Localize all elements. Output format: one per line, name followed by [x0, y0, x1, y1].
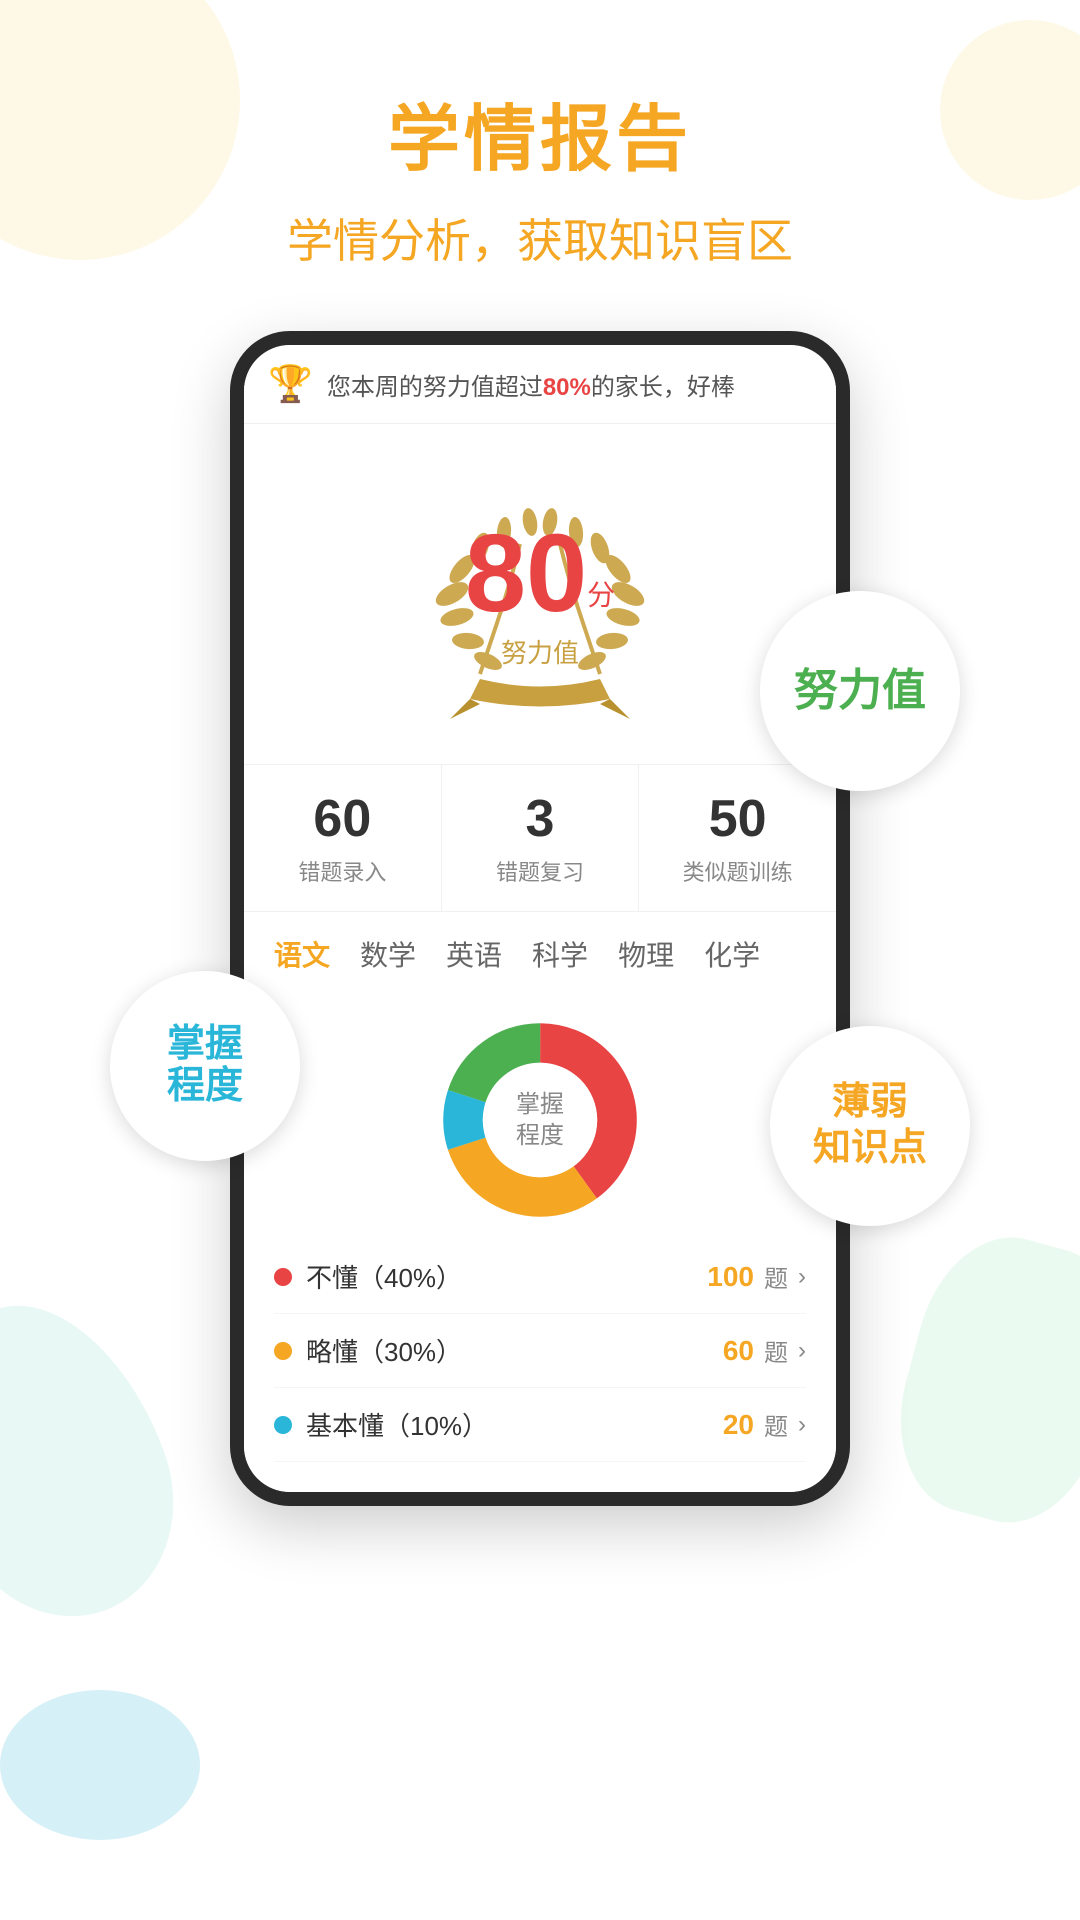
- legend-item-0[interactable]: 不懂（40%） 100 题 ›: [274, 1240, 806, 1314]
- legend-left-1: 略懂（30%）: [274, 1332, 462, 1369]
- mastery-float-text: 掌握程度: [167, 1024, 243, 1108]
- legend-arrow-1: ›: [798, 1337, 806, 1365]
- page-subtitle: 学情分析，获取知识盲区: [287, 205, 793, 271]
- float-mastery-label: 掌握程度: [110, 971, 300, 1161]
- donut-wrapper: 掌握程度: [430, 1010, 650, 1230]
- effort-highlight: 80%: [543, 374, 591, 401]
- page-title: 学情报告: [388, 80, 692, 185]
- legend-label-1: 略懂（30%）: [306, 1332, 462, 1369]
- float-weak-label: 薄弱知识点: [770, 1026, 970, 1226]
- stat-num-2: 50: [709, 789, 767, 849]
- legend-dot-blue: [274, 1416, 292, 1434]
- legend-right-2: 20 题 ›: [723, 1407, 806, 1442]
- page-content: 学情报告 学情分析，获取知识盲区 🏆 您本周的努力值超过80%的家长，好棒: [0, 0, 1080, 1506]
- tab-science[interactable]: 科学: [532, 934, 588, 974]
- legend-unit-1: 题: [764, 1333, 788, 1368]
- wreath-container: 80分 努力值: [400, 454, 680, 734]
- legend-unit-0: 题: [764, 1259, 788, 1294]
- legend-item-2[interactable]: 基本懂（10%） 20 题 ›: [274, 1388, 806, 1462]
- tab-english[interactable]: 英语: [446, 934, 502, 974]
- legend-dot-orange: [274, 1342, 292, 1360]
- legend-left-2: 基本懂（10%）: [274, 1406, 488, 1443]
- legend-label-0: 不懂（40%）: [306, 1258, 462, 1295]
- legend-label-2: 基本懂（10%）: [306, 1406, 488, 1443]
- phone-wrapper: 🏆 您本周的努力值超过80%的家长，好棒: [130, 331, 950, 1506]
- score-number: 80: [465, 512, 587, 635]
- score-center: 80分 努力值: [465, 519, 615, 670]
- subject-tabs[interactable]: 语文 数学 英语 科学 物理 化学: [244, 912, 836, 990]
- tab-physics[interactable]: 物理: [618, 934, 674, 974]
- float-effort-label: 努力值: [760, 591, 960, 791]
- bg-decoration-blue: [0, 1690, 200, 1840]
- stat-desc-1: 错题复习: [496, 855, 584, 887]
- tab-math[interactable]: 数学: [360, 934, 416, 974]
- legend-list: 不懂（40%） 100 题 › 略懂（30%）: [274, 1240, 806, 1462]
- weak-float-text: 薄弱知识点: [813, 1080, 927, 1171]
- stat-desc-2: 类似题训练: [683, 855, 793, 887]
- effort-text: 您本周的努力值超过80%的家长，好棒: [327, 367, 735, 402]
- legend-right-0: 100 题 ›: [707, 1259, 806, 1294]
- stat-item-1: 3 错题复习: [442, 765, 640, 911]
- phone-mockup: 🏆 您本周的努力值超过80%的家长，好棒: [230, 331, 850, 1506]
- legend-dot-red: [274, 1268, 292, 1286]
- legend-arrow-2: ›: [798, 1411, 806, 1439]
- stats-row: 60 错题录入 3 错题复习 50 类似题训练: [244, 764, 836, 912]
- legend-left-0: 不懂（40%）: [274, 1258, 462, 1295]
- legend-item-1[interactable]: 略懂（30%） 60 题 ›: [274, 1314, 806, 1388]
- legend-arrow-0: ›: [798, 1263, 806, 1291]
- score-label: 努力值: [465, 633, 615, 670]
- stat-desc-0: 错题录入: [298, 855, 386, 887]
- legend-count-0: 100: [707, 1261, 754, 1293]
- legend-right-1: 60 题 ›: [723, 1333, 806, 1368]
- stat-item-0: 60 错题录入: [244, 765, 442, 911]
- effort-text-after: 的家长，好棒: [591, 374, 735, 401]
- effort-float-text: 努力值: [794, 667, 926, 715]
- tab-chinese[interactable]: 语文: [274, 934, 330, 974]
- chart-section: 掌握程度 不懂（40%） 100 题 ›: [244, 990, 836, 1492]
- effort-text-before: 您本周的努力值超过: [327, 374, 543, 401]
- tab-chemistry[interactable]: 化学: [704, 934, 760, 974]
- score-unit: 分: [587, 579, 615, 610]
- legend-count-1: 60: [723, 1335, 754, 1367]
- donut-center-text: 掌握程度: [516, 1089, 564, 1151]
- legend-unit-2: 题: [764, 1407, 788, 1442]
- stat-num-1: 3: [526, 789, 555, 849]
- stat-num-0: 60: [313, 789, 371, 849]
- effort-banner: 🏆 您本周的努力值超过80%的家长，好棒: [244, 345, 836, 424]
- stat-item-2: 50 类似题训练: [639, 765, 836, 911]
- legend-count-2: 20: [723, 1409, 754, 1441]
- trophy-icon: 🏆: [268, 363, 313, 405]
- score-section: 80分 努力值: [244, 424, 836, 754]
